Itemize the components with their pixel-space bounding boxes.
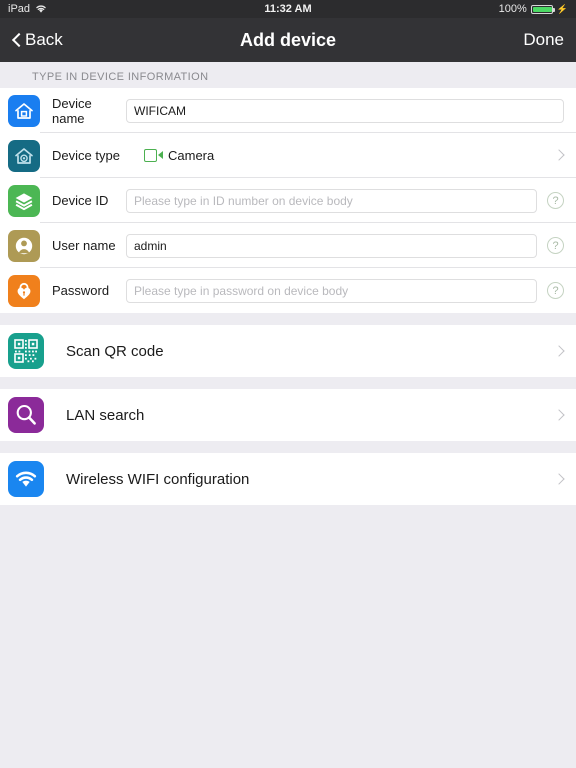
label-wireless-wifi-configuration: Wireless WIFI configuration (66, 470, 250, 488)
lan-search-group: LAN search (0, 389, 576, 441)
label-device-type: Device type (52, 148, 120, 163)
video-camera-icon (144, 149, 163, 162)
battery-charging-icon (530, 4, 555, 14)
home-icon (8, 94, 40, 127)
device-id-input[interactable]: Please type in ID number on device body (126, 188, 537, 213)
row-lan-search[interactable]: LAN search (0, 389, 576, 441)
help-icon-password[interactable]: ? (547, 282, 564, 299)
device-label: iPad (8, 3, 31, 15)
chevron-right-icon-scan-qr-code[interactable] (555, 344, 564, 359)
device-information-group: Device name WIFICAM Device type Camera D… (0, 88, 576, 313)
chevron-left-icon (12, 32, 22, 49)
label-password: Password (52, 283, 110, 298)
wifi-icon (35, 4, 47, 14)
help-icon-user-name[interactable]: ? (547, 237, 564, 254)
device-type-value: Camera (144, 148, 214, 163)
chevron-right-icon-device-type[interactable] (555, 148, 564, 163)
row-password[interactable]: Password Please type in password on devi… (0, 268, 576, 313)
label-lan-search: LAN search (66, 406, 145, 424)
battery-percent-label: 100% (498, 3, 527, 15)
row-device-id[interactable]: Device ID Please type in ID number on de… (0, 178, 576, 223)
wireless-wifi-configuration-group: Wireless WIFI configuration (0, 453, 576, 505)
device-type-value-label: Camera (168, 148, 215, 163)
charging-bolt-icon: ⚡ (556, 3, 568, 14)
qr-code-icon (8, 333, 44, 369)
section-header-device-information: TYPE IN DEVICE INFORMATION (32, 71, 209, 83)
row-wireless-wifi-configuration[interactable]: Wireless WIFI configuration (0, 453, 576, 505)
row-scan-qr-code[interactable]: Scan QR code (0, 325, 576, 377)
back-button-label: Back (25, 30, 63, 49)
status-bar-right: 100% ⚡ (499, 3, 568, 15)
layers-icon (8, 184, 40, 217)
navigation-bar: Back Add device Done (0, 18, 576, 62)
chevron-right-icon-lan-search[interactable] (555, 408, 564, 423)
scan-qr-code-group: Scan QR code (0, 325, 576, 377)
device-name-input[interactable]: WIFICAM (126, 98, 564, 123)
label-device-name: Device name (52, 95, 92, 126)
label-scan-qr-code: Scan QR code (66, 342, 164, 360)
wifi-signal-icon (8, 461, 44, 497)
label-device-id: Device ID (52, 193, 109, 208)
user-icon (8, 229, 40, 262)
row-user-name[interactable]: User name admin ? (0, 223, 576, 268)
status-bar-left: iPad (8, 3, 47, 15)
status-bar: iPad 11:32 AM 100% ⚡ (0, 0, 576, 18)
lock-icon (8, 274, 40, 307)
page-title: Add device (239, 29, 337, 50)
chevron-right-icon-wireless-wifi-configuration[interactable] (555, 472, 564, 487)
row-device-type[interactable]: Device type Camera (0, 133, 576, 178)
row-device-name[interactable]: Device name WIFICAM (0, 88, 576, 133)
label-user-name: User name (52, 238, 116, 253)
status-bar-time: 11:32 AM (264, 3, 312, 15)
help-icon-device-id[interactable]: ? (547, 192, 564, 209)
user-name-input[interactable]: admin (126, 233, 537, 258)
password-input[interactable]: Please type in password on device body (126, 278, 537, 303)
back-button[interactable]: Back (12, 30, 63, 50)
done-button[interactable]: Done (523, 30, 564, 50)
content-area: TYPE IN DEVICE INFORMATION Device name W… (0, 62, 576, 768)
search-icon (8, 397, 44, 433)
home-camera-icon (8, 139, 40, 172)
